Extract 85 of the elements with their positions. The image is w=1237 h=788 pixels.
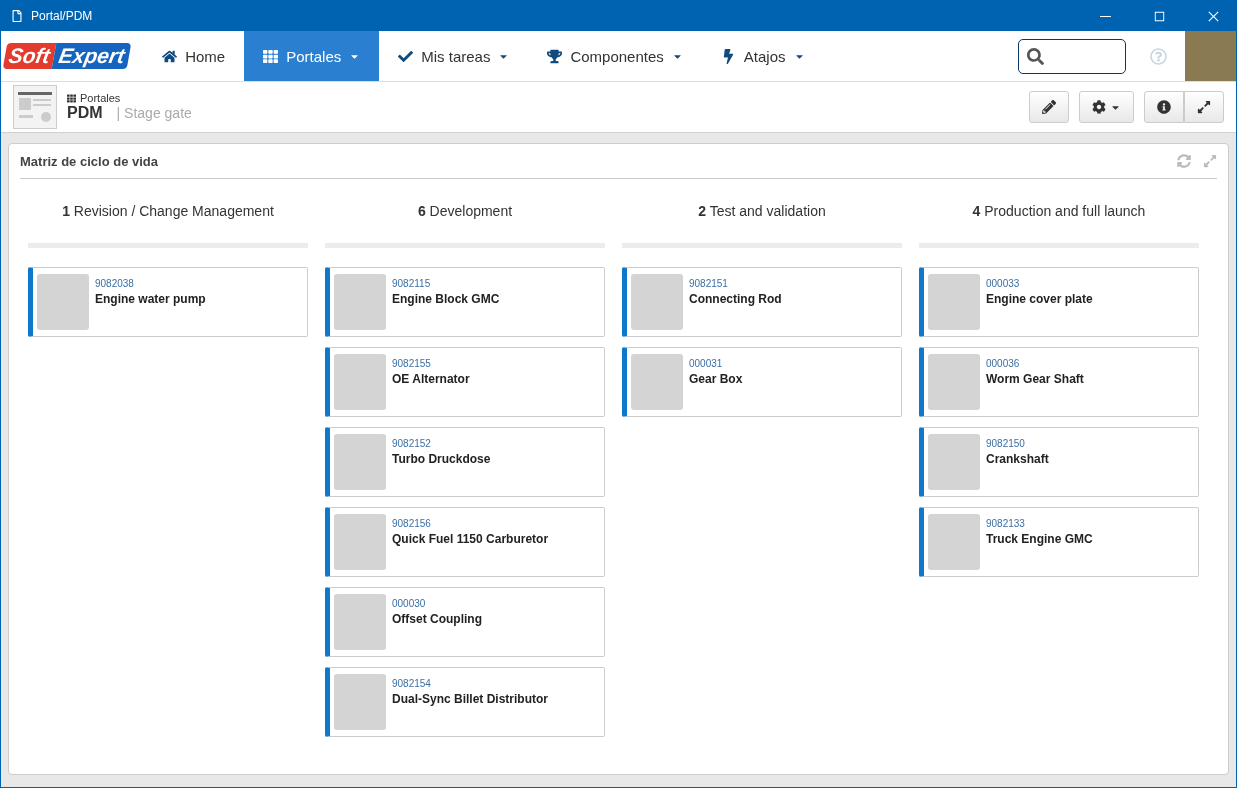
- settings-icon: [1092, 100, 1106, 114]
- item-code: 9082154: [392, 678, 432, 689]
- home-icon: [162, 48, 178, 64]
- document-icon: [11, 10, 23, 22]
- nav-item[interactable]: Mis tareas: [379, 31, 529, 81]
- search-field[interactable]: [1018, 39, 1126, 74]
- pencil-icon: [1042, 100, 1056, 114]
- item-code: 9082156: [392, 518, 432, 529]
- info-button[interactable]: [1144, 91, 1184, 123]
- item-code: 9082152: [392, 438, 432, 449]
- item-card[interactable]: 9082150 Crankshaft: [919, 427, 1199, 497]
- item-card[interactable]: 000031 Gear Box: [622, 347, 902, 417]
- photo-placeholder: [928, 514, 980, 570]
- item-code: 000036: [986, 358, 1021, 369]
- expand-button[interactable]: [1184, 91, 1224, 123]
- column-title: 4 Production and full launch: [972, 203, 1146, 219]
- item-name: Offset Coupling: [392, 612, 482, 626]
- breadcrumb-parent[interactable]: Portales: [80, 92, 121, 104]
- column-title: 2 Test and validation: [698, 203, 826, 219]
- item-card[interactable]: 9082154 Dual-Sync Billet Distributor: [325, 667, 605, 737]
- grid-icon: [67, 93, 76, 103]
- edit-button[interactable]: [1029, 91, 1069, 123]
- item-code: 9082150: [986, 438, 1026, 449]
- page-title: PDM: [67, 104, 103, 122]
- item-card[interactable]: 000033 Engine cover plate: [919, 267, 1199, 337]
- item-name: Connecting Rod: [689, 292, 782, 306]
- item-card[interactable]: 9082151 Connecting Rod: [622, 267, 902, 337]
- photo-placeholder: [334, 434, 386, 490]
- nav-item[interactable]: Atajos: [701, 31, 824, 81]
- portal-thumbnail-icon: [13, 85, 57, 129]
- item-name: Engine Block GMC: [392, 292, 500, 306]
- item-code: 9082038: [95, 278, 135, 289]
- item-card[interactable]: 9082156 Quick Fuel 1150 Carburetor: [325, 507, 605, 577]
- item-card[interactable]: 9082133 Truck Engine GMC: [919, 507, 1199, 577]
- item-code: 9082115: [392, 278, 432, 289]
- item-card[interactable]: 9082152 Turbo Druckdose: [325, 427, 605, 497]
- item-code: 000031: [689, 358, 724, 369]
- trophy-icon: [547, 48, 563, 64]
- grid-icon: [263, 48, 279, 64]
- photo-placeholder: [334, 514, 386, 570]
- nav-item[interactable]: Componentes: [528, 31, 702, 81]
- photo-placeholder: [928, 274, 980, 330]
- item-name: Engine cover plate: [986, 292, 1093, 306]
- panel-title: Matriz de ciclo de vida: [20, 153, 158, 169]
- item-name: Truck Engine GMC: [986, 532, 1093, 546]
- item-name: Worm Gear Shaft: [986, 372, 1084, 386]
- logo[interactable]: Soft Expert: [1, 31, 144, 81]
- nav-item[interactable]: Portales: [244, 31, 380, 81]
- photo-placeholder: [37, 274, 89, 330]
- page-subtitle: | Stage gate: [116, 105, 192, 121]
- photo-placeholder: [334, 274, 386, 330]
- item-code: 000033: [986, 278, 1021, 289]
- photo-placeholder: [334, 594, 386, 650]
- info-icon: [1157, 100, 1171, 114]
- item-name: Dual-Sync Billet Distributor: [392, 692, 549, 706]
- item-name: OE Alternator: [392, 372, 470, 386]
- settings-button[interactable]: [1079, 91, 1134, 123]
- column-title: 6 Development: [417, 203, 513, 219]
- photo-placeholder: [928, 354, 980, 410]
- photo-placeholder: [631, 274, 683, 330]
- minimize-icon: [1099, 15, 1111, 17]
- photo-placeholder: [928, 434, 980, 490]
- expand-icon: [1197, 100, 1211, 114]
- item-name: Turbo Druckdose: [392, 452, 491, 466]
- item-card[interactable]: 9082155 OE Alternator: [325, 347, 605, 417]
- item-name: Quick Fuel 1150 Carburetor: [392, 532, 549, 546]
- item-card[interactable]: 000036 Worm Gear Shaft: [919, 347, 1199, 417]
- item-name: Crankshaft: [986, 452, 1049, 466]
- item-name: Engine water pump: [95, 292, 206, 306]
- photo-placeholder: [334, 354, 386, 410]
- item-code: 9082155: [392, 358, 432, 369]
- item-name: Gear Box: [689, 372, 743, 386]
- check-icon: [398, 48, 414, 64]
- item-code: 000030: [392, 598, 427, 609]
- photo-placeholder: [631, 354, 683, 410]
- window-title: Portal/PDM: [31, 9, 94, 23]
- item-code: 9082151: [689, 278, 729, 289]
- item-card[interactable]: 9082115 Engine Block GMC: [325, 267, 605, 337]
- item-card[interactable]: 9082038 Engine water pump: [28, 267, 308, 337]
- column-title: 1 Revision / Change Management: [62, 203, 274, 219]
- item-code: 9082133: [986, 518, 1026, 529]
- item-card[interactable]: 000030 Offset Coupling: [325, 587, 605, 657]
- photo-placeholder: [334, 674, 386, 730]
- nav-item[interactable]: Home: [143, 31, 245, 81]
- search-icon: [1027, 48, 1044, 65]
